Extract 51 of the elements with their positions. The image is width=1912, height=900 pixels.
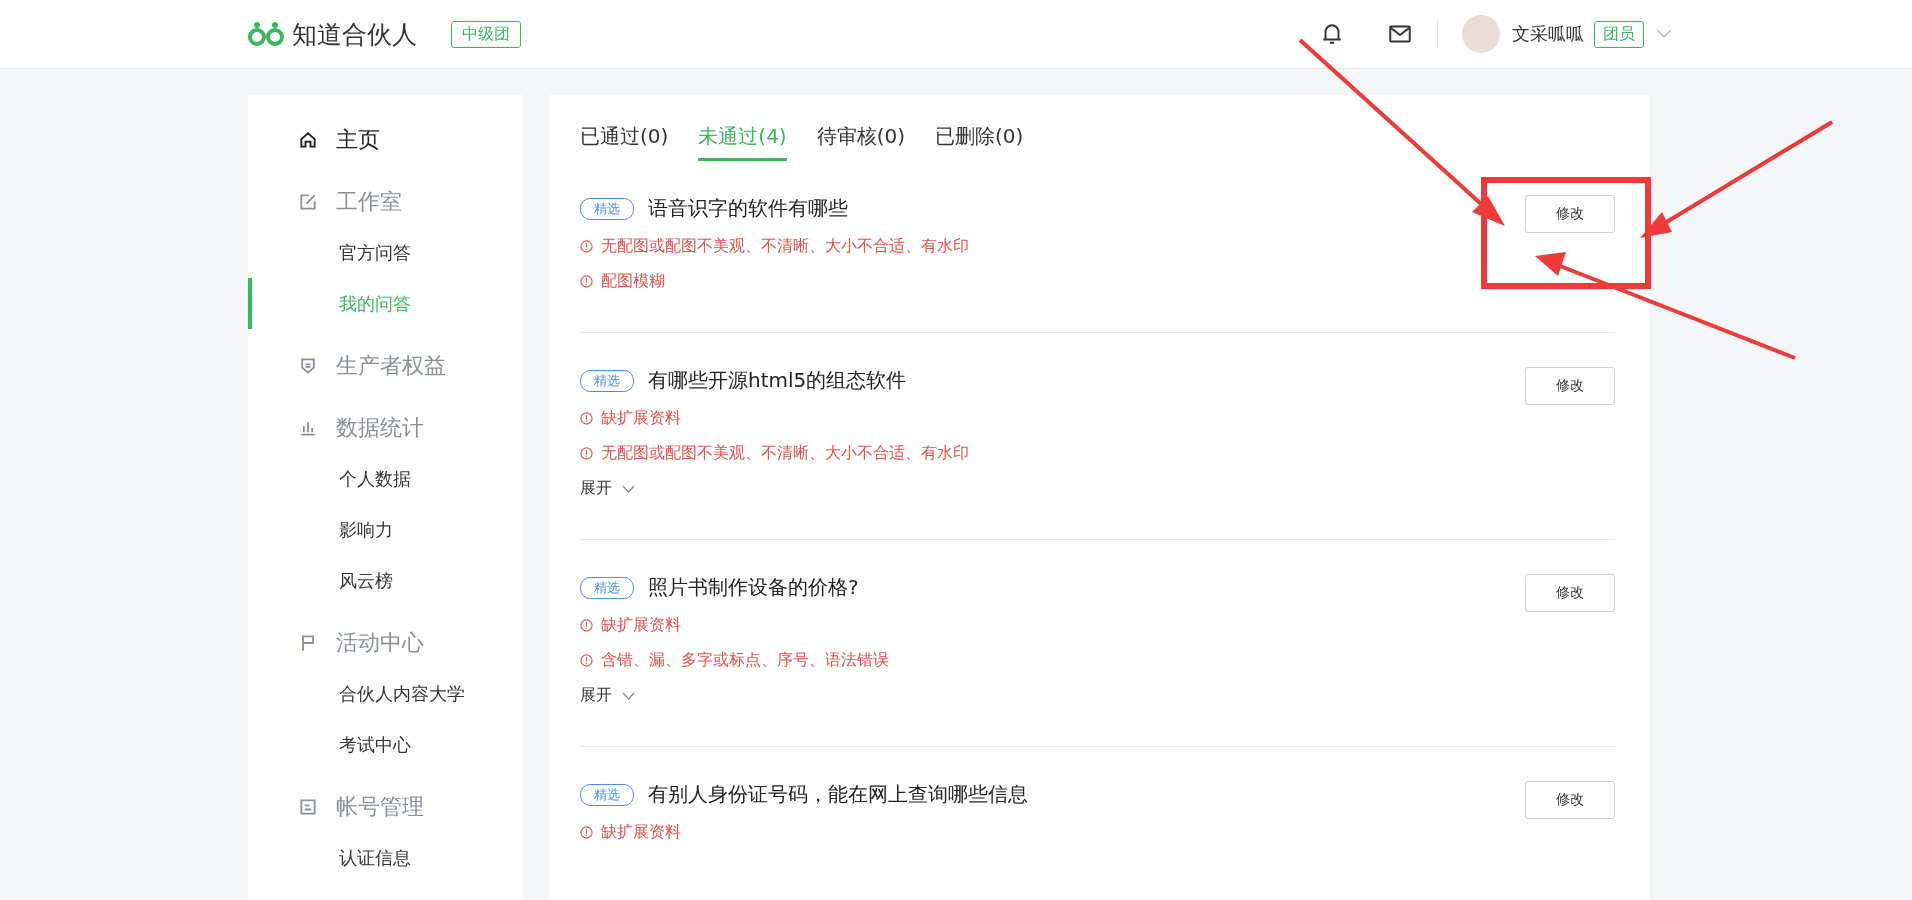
tag: 精选 — [580, 197, 634, 220]
brand-name: 知道合伙人 — [292, 18, 417, 51]
sidebar-item[interactable]: 合伙人内容大学 — [248, 668, 523, 719]
chevron-down-icon[interactable] — [622, 691, 635, 700]
edit-icon — [298, 192, 318, 212]
edit-button[interactable]: 修改 — [1525, 195, 1615, 233]
reject-reason: 缺扩展资料 — [601, 408, 681, 429]
sidebar-item[interactable]: 影响力 — [248, 504, 523, 555]
reject-reason: 无配图或配图不美观、不清晰、大小不合适、有水印 — [601, 236, 969, 257]
edit-button[interactable]: 修改 — [1525, 574, 1615, 612]
warning-icon — [580, 654, 593, 667]
question-title[interactable]: 照片书制作设备的价格? — [648, 574, 859, 601]
reject-reason: 缺扩展资料 — [601, 822, 681, 843]
warning-icon — [580, 412, 593, 425]
id-card-icon — [298, 797, 318, 817]
chevron-down-icon[interactable] — [622, 484, 635, 493]
sidebar-section[interactable]: 主页 — [336, 125, 380, 155]
reject-reason: 无配图或配图不美观、不清晰、大小不合适、有水印 — [601, 443, 969, 464]
warning-icon — [580, 826, 593, 839]
tag: 精选 — [580, 576, 634, 599]
home-icon — [298, 130, 318, 150]
level-badge: 中级团 — [451, 20, 521, 48]
edit-button[interactable]: 修改 — [1525, 367, 1615, 405]
sidebar-item[interactable]: 风云榜 — [248, 555, 523, 606]
sidebar-item[interactable]: 考试中心 — [248, 719, 523, 770]
sidebar-item[interactable]: 认证信息 — [248, 832, 523, 883]
tab[interactable]: 已删除(0) — [935, 117, 1024, 161]
sidebar-item[interactable]: 官方问答 — [248, 227, 523, 278]
shield-icon — [298, 356, 318, 376]
warning-icon — [580, 275, 593, 288]
tab[interactable]: 已通过(0) — [580, 117, 669, 161]
expand-link[interactable]: 展开 — [580, 685, 612, 706]
tab[interactable]: 待审核(0) — [816, 117, 906, 161]
reject-reason: 含错、漏、多字或标点、序号、语法错误 — [601, 650, 889, 671]
logo-icon — [248, 21, 284, 47]
warning-icon — [580, 240, 593, 253]
question-title[interactable]: 语音识字的软件有哪些 — [648, 195, 848, 222]
chevron-down-icon[interactable] — [1656, 29, 1672, 39]
user-name[interactable]: 文采呱呱 — [1512, 22, 1584, 46]
sidebar-item[interactable]: 个人数据 — [248, 453, 523, 504]
edit-button[interactable]: 修改 — [1525, 781, 1615, 819]
tag: 精选 — [580, 369, 634, 392]
question-title[interactable]: 有哪些开源html5的组态软件 — [648, 367, 907, 394]
question-title[interactable]: 有别人身份证号码，能在网上查询哪些信息 — [648, 781, 1028, 808]
warning-icon — [580, 619, 593, 632]
expand-link[interactable]: 展开 — [580, 478, 612, 499]
reject-reason: 配图模糊 — [601, 271, 665, 292]
reject-reason: 缺扩展资料 — [601, 615, 681, 636]
tag: 精选 — [580, 783, 634, 806]
role-badge: 团员 — [1594, 20, 1644, 48]
warning-icon — [580, 447, 593, 460]
